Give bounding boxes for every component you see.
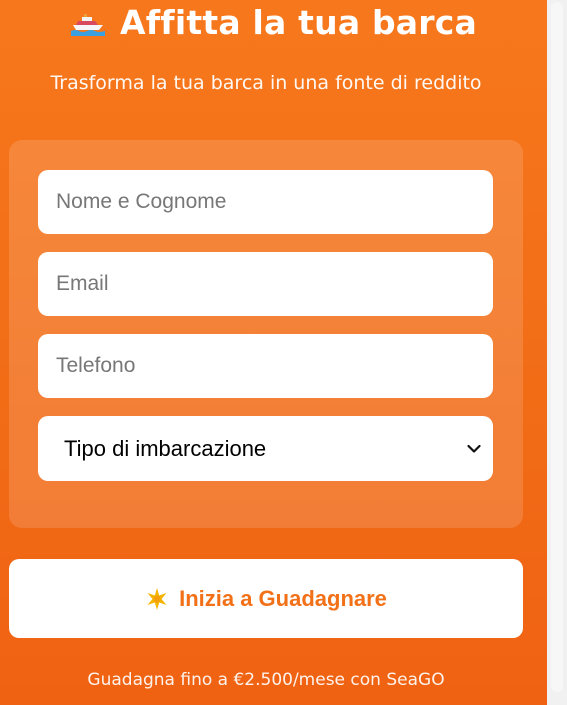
- boat-type-select[interactable]: Tipo di imbarcazione: [38, 416, 493, 481]
- sparkle-icon: [145, 587, 169, 611]
- full-name-input[interactable]: [38, 170, 493, 234]
- page-title: Affitta la tua barca: [120, 2, 477, 42]
- page: Affitta la tua barca Trasforma la tua ba…: [0, 0, 567, 705]
- start-earning-label: Inizia a Guadagnare: [179, 585, 387, 611]
- start-earning-button[interactable]: Inizia a Guadagnare: [9, 559, 523, 638]
- scrollbar-thumb[interactable]: [551, 2, 563, 692]
- email-input[interactable]: [38, 252, 493, 316]
- boat-icon: [70, 8, 106, 36]
- header: Affitta la tua barca: [0, 0, 547, 44]
- page-subtitle: Trasforma la tua barca in una fonte di r…: [50, 72, 482, 94]
- boat-rental-panel: Affitta la tua barca Trasforma la tua ba…: [0, 0, 547, 705]
- boat-type-selected-value: Tipo di imbarcazione: [64, 435, 267, 461]
- earnings-note: Guadagna fino a €2.500/mese con SeaGO: [87, 670, 445, 690]
- phone-input[interactable]: [38, 334, 493, 398]
